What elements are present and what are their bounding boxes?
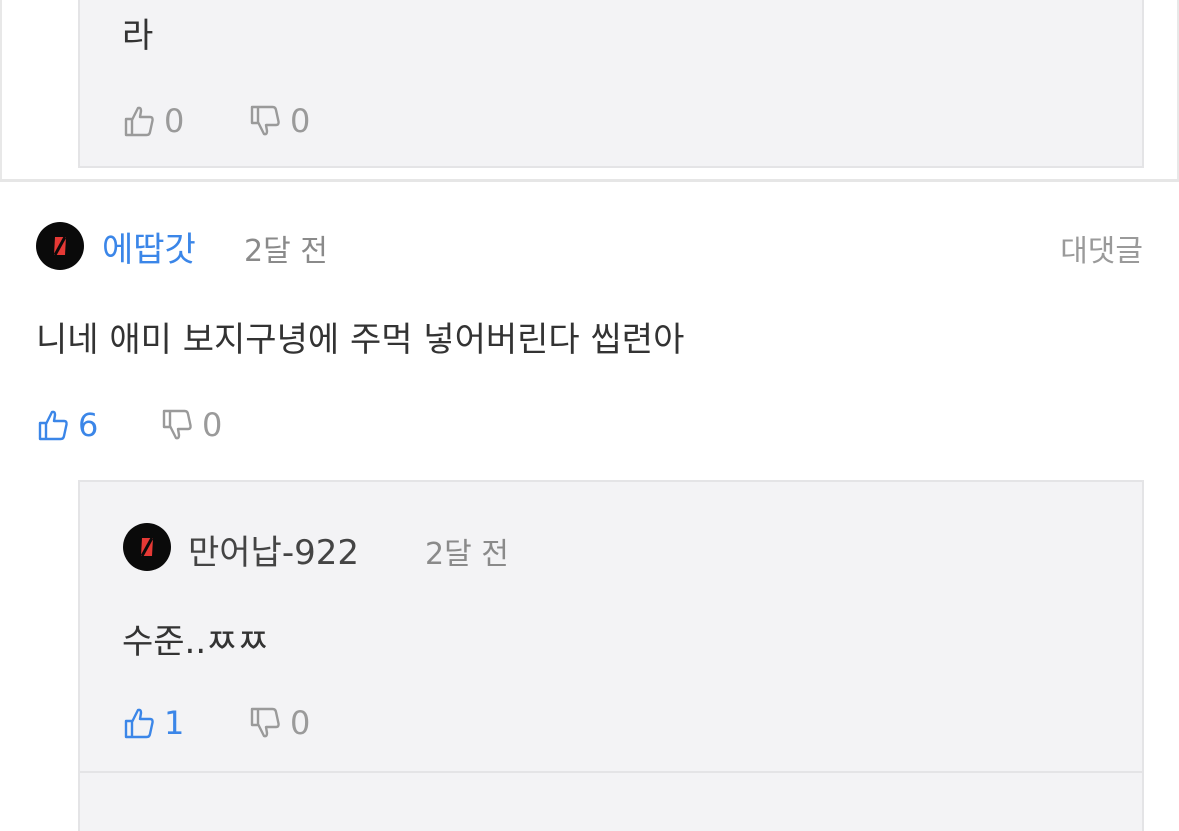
thumbs-down-icon bbox=[162, 409, 192, 440]
dislike-button[interactable]: 0 bbox=[160, 406, 222, 444]
reply-text: 라 bbox=[122, 16, 154, 56]
avatar-logo-icon bbox=[53, 236, 67, 256]
reply-author[interactable]: 만어납-922 bbox=[188, 525, 359, 574]
avatar[interactable] bbox=[123, 523, 171, 571]
thumbs-up-icon bbox=[124, 106, 154, 137]
comment-time: 2달 전 bbox=[244, 234, 328, 269]
thumbs-up-icon bbox=[124, 708, 154, 739]
like-count: 0 bbox=[164, 102, 185, 140]
thumbs-down-icon bbox=[250, 105, 280, 136]
reply-time: 2달 전 bbox=[425, 537, 509, 572]
dislike-count: 0 bbox=[290, 704, 311, 742]
comment-divider bbox=[0, 179, 1179, 182]
reply-text: 수준..ㅉㅉ bbox=[122, 622, 269, 662]
like-button[interactable]: 6 bbox=[36, 406, 98, 444]
reply-card-previous bbox=[78, 0, 1144, 168]
like-count: 6 bbox=[78, 406, 99, 444]
left-border bbox=[0, 0, 2, 181]
dislike-count: 0 bbox=[290, 102, 311, 140]
thumbs-down-icon bbox=[250, 707, 280, 738]
like-count: 1 bbox=[164, 704, 185, 742]
reply-card-next bbox=[78, 771, 1144, 831]
avatar[interactable] bbox=[36, 222, 84, 270]
comment-author[interactable]: 에땁갓 bbox=[102, 222, 196, 271]
like-button[interactable]: 0 bbox=[122, 102, 184, 140]
reply-button[interactable]: 대댓글 bbox=[1060, 226, 1143, 270]
like-button[interactable]: 1 bbox=[122, 704, 184, 742]
comment-text: 니네 애미 보지구녕에 주먹 넣어버린다 씹련아 bbox=[36, 320, 685, 360]
avatar-logo-icon bbox=[140, 537, 154, 557]
thumbs-up-icon bbox=[38, 410, 68, 441]
dislike-count: 0 bbox=[202, 406, 223, 444]
dislike-button[interactable]: 0 bbox=[248, 704, 310, 742]
dislike-button[interactable]: 0 bbox=[248, 102, 310, 140]
